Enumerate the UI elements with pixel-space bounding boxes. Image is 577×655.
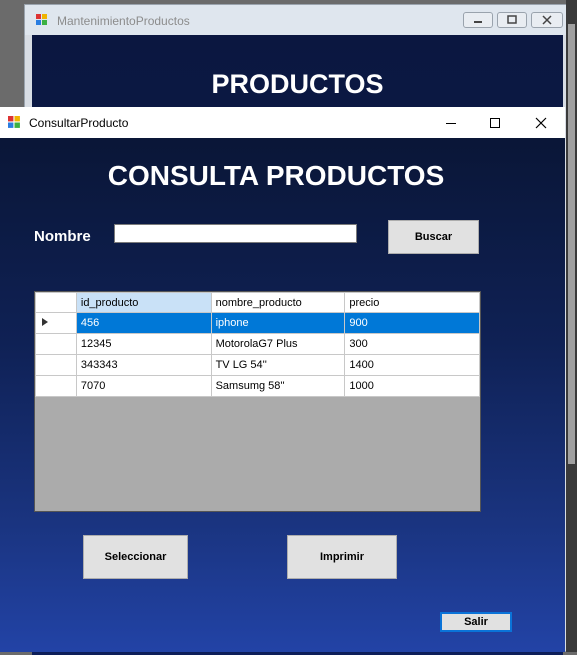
close-button[interactable] bbox=[518, 107, 564, 138]
cell-precio[interactable]: 1400 bbox=[344, 354, 480, 376]
scrollbar[interactable] bbox=[566, 0, 577, 652]
app-icon bbox=[8, 116, 20, 128]
table-row[interactable]: 12345 MotorolaG7 Plus 300 bbox=[35, 333, 480, 355]
cell-precio[interactable]: 900 bbox=[344, 312, 480, 334]
productos-grid[interactable]: id_producto nombre_producto precio 456 i… bbox=[34, 291, 481, 512]
cell-precio[interactable]: 1000 bbox=[344, 375, 480, 397]
row-header[interactable] bbox=[35, 354, 77, 376]
column-header-precio[interactable]: precio bbox=[344, 292, 480, 313]
maximize-button[interactable] bbox=[472, 107, 518, 138]
close-icon bbox=[535, 117, 547, 128]
table-row[interactable]: 456 iphone 900 bbox=[35, 312, 480, 334]
close-icon bbox=[542, 15, 552, 25]
row-header[interactable] bbox=[35, 375, 77, 397]
cell-precio[interactable]: 300 bbox=[344, 333, 480, 355]
nombre-label: Nombre bbox=[34, 228, 91, 245]
cell-nombre-producto[interactable]: Samsumg 58'' bbox=[210, 375, 346, 397]
column-header-id-producto[interactable]: id_producto bbox=[75, 292, 212, 313]
row-header[interactable] bbox=[35, 312, 77, 334]
row-header[interactable] bbox=[35, 333, 77, 355]
nombre-input[interactable] bbox=[114, 224, 357, 243]
cell-id-producto[interactable]: 7070 bbox=[75, 375, 212, 397]
column-header-nombre-producto[interactable]: nombre_producto bbox=[210, 292, 346, 313]
row-header-corner bbox=[35, 292, 77, 313]
maximize-icon bbox=[490, 117, 500, 128]
maximize-icon bbox=[507, 15, 517, 24]
buscar-button[interactable]: Buscar bbox=[388, 220, 479, 254]
minimize-button[interactable] bbox=[428, 107, 474, 138]
background-heading: PRODUCTOS bbox=[211, 69, 384, 99]
seleccionar-button[interactable]: Seleccionar bbox=[83, 535, 188, 579]
cell-nombre-producto[interactable]: MotorolaG7 Plus bbox=[210, 333, 346, 355]
window-content: CONSULTA PRODUCTOS Nombre Buscar id_prod… bbox=[0, 138, 565, 652]
salir-button[interactable]: Salir bbox=[440, 612, 512, 632]
cell-id-producto[interactable]: 343343 bbox=[75, 354, 212, 376]
maximize-button[interactable] bbox=[497, 12, 527, 28]
background-window-titlebar: MantenimientoProductos bbox=[25, 5, 572, 35]
window-title: ConsultarProducto bbox=[29, 116, 129, 130]
cell-id-producto[interactable]: 12345 bbox=[75, 333, 212, 355]
imprimir-button[interactable]: Imprimir bbox=[287, 535, 397, 579]
app-icon bbox=[36, 14, 47, 25]
table-row[interactable]: 343343 TV LG 54'' 1400 bbox=[35, 354, 480, 376]
page-title: CONSULTA PRODUCTOS bbox=[107, 160, 445, 191]
scrollbar-thumb[interactable] bbox=[568, 24, 575, 464]
background-window-title: MantenimientoProductos bbox=[57, 14, 190, 28]
cell-id-producto[interactable]: 456 bbox=[75, 312, 212, 334]
cell-nombre-producto[interactable]: iphone bbox=[210, 312, 346, 334]
minimize-icon bbox=[474, 21, 482, 23]
close-button[interactable] bbox=[531, 12, 563, 28]
grid-header-row: id_producto nombre_producto precio bbox=[35, 292, 480, 313]
cell-nombre-producto[interactable]: TV LG 54'' bbox=[210, 354, 346, 376]
consultar-producto-window: ConsultarProducto CONSULTA PRODUCTOS Nom… bbox=[0, 107, 565, 652]
minimize-button[interactable] bbox=[463, 12, 493, 28]
table-row[interactable]: 7070 Samsumg 58'' 1000 bbox=[35, 375, 480, 397]
minimize-icon bbox=[446, 122, 456, 124]
current-row-arrow-icon bbox=[42, 318, 48, 326]
window-titlebar: ConsultarProducto bbox=[0, 107, 565, 139]
